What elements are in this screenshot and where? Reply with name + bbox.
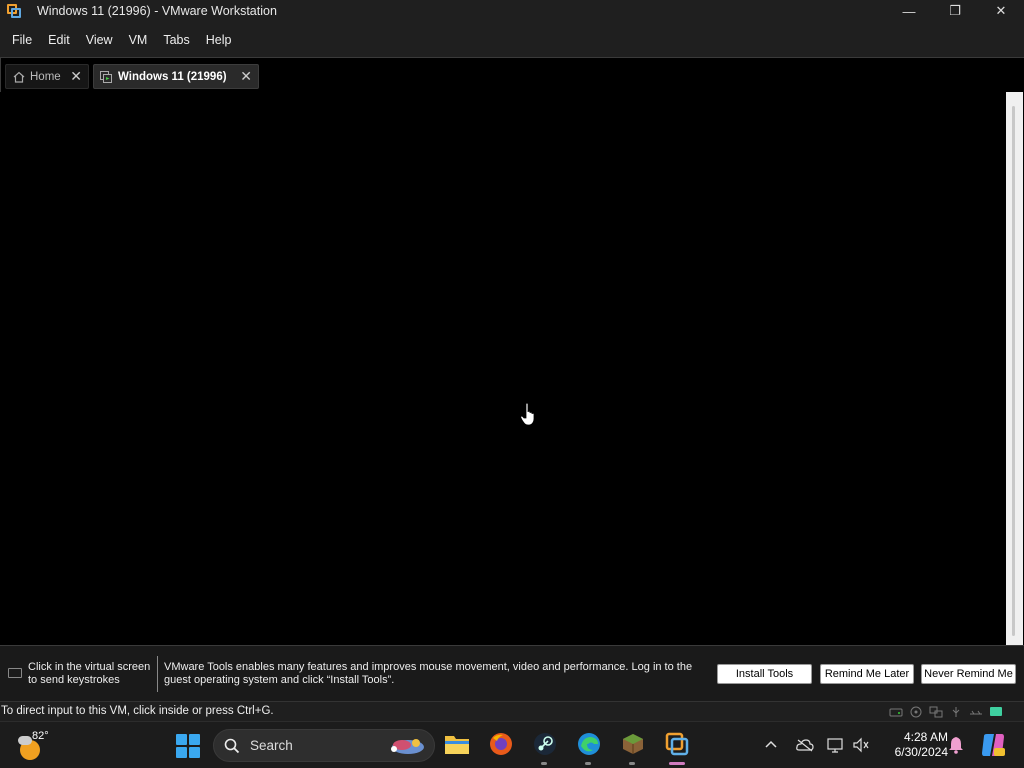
vmware-app-icon: [7, 4, 21, 18]
search-label: Search: [250, 738, 293, 753]
minecraft-running-indicator: [629, 762, 635, 765]
never-remind-button[interactable]: Never Remind Me: [921, 664, 1016, 684]
cd-drive-icon[interactable]: [908, 705, 924, 719]
device-icons: [888, 705, 1004, 719]
menu-help[interactable]: Help: [198, 22, 240, 58]
firefox-icon[interactable]: [488, 731, 514, 757]
vmware-tools-notification: Click in the virtual screen to send keys…: [0, 645, 1024, 701]
system-clock[interactable]: 4:28 AM 6/30/2024: [878, 730, 948, 760]
tools-message: VMware Tools enables many features and i…: [164, 661, 693, 686]
usb-icon[interactable]: [948, 705, 964, 719]
chevron-up-icon[interactable]: [765, 736, 777, 752]
windows-taskbar: 82° Search 4:28 AM 6/30/2024: [0, 721, 1024, 768]
copilot-icon[interactable]: [980, 732, 1006, 758]
taskbar-search-box[interactable]: Search: [213, 729, 435, 762]
steam-icon[interactable]: [532, 731, 558, 757]
menu-vm[interactable]: VM: [121, 22, 156, 58]
weather-temperature: 82°: [32, 730, 49, 742]
vm-icon: [100, 70, 113, 83]
restore-button[interactable]: ❐: [932, 0, 978, 22]
menu-tabs[interactable]: Tabs: [155, 22, 197, 58]
tab-home[interactable]: Home ✕: [5, 64, 89, 89]
install-tools-button[interactable]: Install Tools: [717, 664, 812, 684]
status-text: To direct input to this VM, click inside…: [1, 705, 274, 717]
keystroke-hint: Click in the virtual screen to send keys…: [28, 661, 151, 686]
menu-view[interactable]: View: [78, 22, 121, 58]
clock-time: 4:28 AM: [903, 730, 948, 744]
file-explorer-icon[interactable]: [444, 731, 470, 757]
window-title: Windows 11 (21996) - VMware Workstation: [37, 4, 277, 18]
cloud-icon: [18, 736, 32, 745]
menu-edit[interactable]: Edit: [40, 22, 78, 58]
sound-icon[interactable]: [968, 705, 984, 719]
keyboard-icon: [8, 668, 22, 678]
vmware-taskbar-icon[interactable]: [664, 731, 690, 757]
window-controls: — ❐ ✕: [886, 0, 1024, 22]
close-button[interactable]: ✕: [978, 0, 1024, 22]
steam-running-indicator: [541, 762, 547, 765]
tab-bar: Home ✕ Windows 11 (21996) ✕: [0, 58, 1024, 92]
tab-windows-11-label: Windows 11 (21996): [118, 70, 227, 83]
remind-later-button[interactable]: Remind Me Later: [820, 664, 914, 684]
menu-bar: File Edit View VM Tabs Help: [0, 22, 1024, 58]
tab-home-label: Home: [30, 70, 61, 83]
edge-icon[interactable]: [576, 731, 602, 757]
tab-windows-11-close-icon[interactable]: ✕: [240, 68, 252, 85]
network-volume-icon[interactable]: [852, 736, 870, 754]
divider: [157, 656, 158, 692]
hard-disk-icon[interactable]: [888, 705, 904, 719]
search-icon: [224, 738, 240, 754]
network-icon[interactable]: [928, 705, 944, 719]
minimize-button[interactable]: —: [886, 0, 932, 22]
edge-running-indicator: [585, 762, 591, 765]
home-icon: [12, 70, 25, 83]
vm-screen[interactable]: [0, 92, 1006, 645]
status-bar: To direct input to this VM, click inside…: [0, 701, 1024, 721]
minecraft-icon[interactable]: [620, 731, 646, 757]
start-button[interactable]: [176, 734, 200, 758]
vertical-scrollbar[interactable]: [1006, 92, 1023, 645]
vmware-active-indicator: [669, 762, 685, 765]
onedrive-icon[interactable]: [796, 736, 814, 754]
tab-windows-11[interactable]: Windows 11 (21996) ✕: [93, 64, 259, 89]
tab-home-close-icon[interactable]: ✕: [70, 68, 82, 85]
message-icon[interactable]: [988, 705, 1004, 719]
clock-date: 6/30/2024: [894, 745, 948, 759]
notification-bell-icon[interactable]: [948, 736, 964, 754]
scroll-thumb[interactable]: [1012, 106, 1015, 636]
weather-widget[interactable]: 82°: [18, 730, 58, 760]
title-bar: Windows 11 (21996) - VMware Workstation …: [0, 0, 1024, 22]
menu-file[interactable]: File: [4, 22, 40, 58]
display-icon[interactable]: [827, 736, 845, 754]
search-highlight-icon: [391, 739, 424, 754]
hand-cursor-icon: [520, 402, 535, 426]
